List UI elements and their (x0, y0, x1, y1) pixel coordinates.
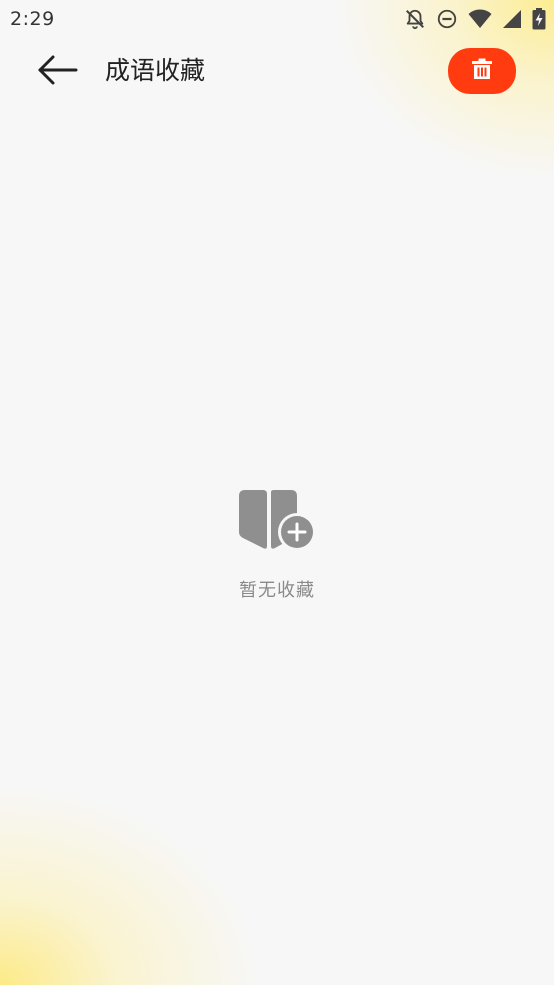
delete-all-button[interactable] (448, 48, 516, 94)
do-not-disturb-icon (436, 8, 458, 30)
arrow-left-icon (36, 53, 80, 91)
trash-icon (470, 57, 494, 85)
app-bar: 成语收藏 (0, 40, 554, 104)
empty-message: 暂无收藏 (239, 580, 315, 601)
bell-off-icon (404, 8, 426, 30)
wifi-icon (468, 9, 492, 29)
battery-charging-icon (532, 8, 546, 30)
status-icons (404, 8, 546, 30)
status-bar: 2:29 (0, 0, 554, 38)
page-title: 成语收藏 (105, 56, 206, 85)
back-button[interactable] (30, 50, 86, 94)
book-add-icon (237, 488, 317, 552)
signal-icon (502, 9, 522, 29)
status-time: 2:29 (10, 8, 55, 30)
empty-state: 暂无收藏 (0, 488, 554, 602)
